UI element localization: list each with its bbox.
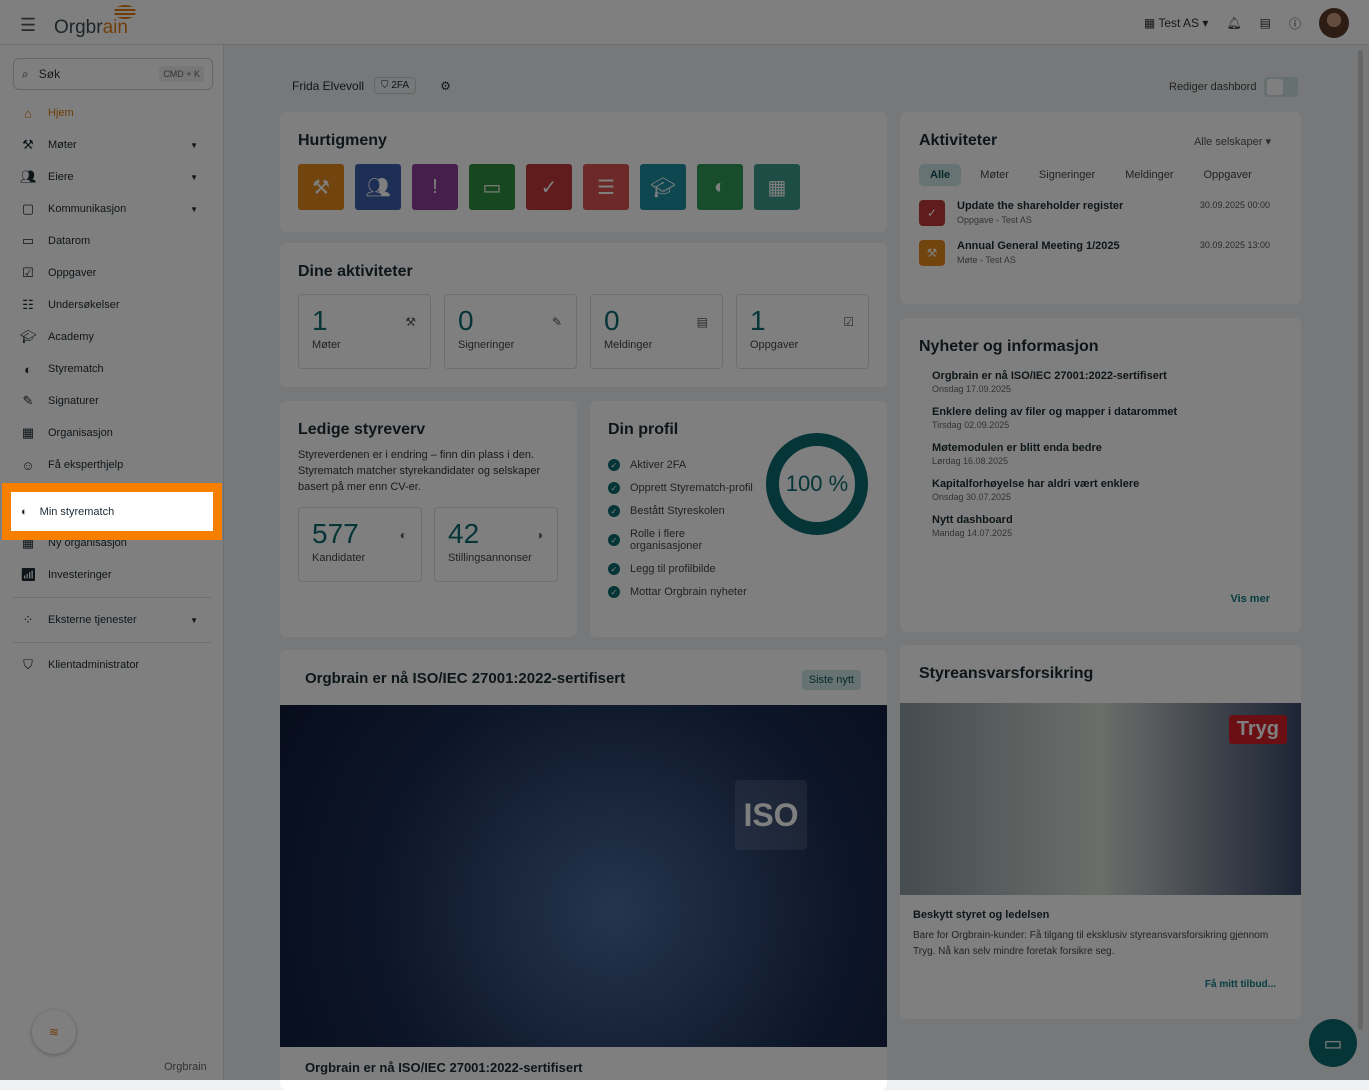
dim-overlay bbox=[0, 0, 1369, 1080]
sidebar-item-min-styrematch-highlighted[interactable]: ◐ Min styrematch bbox=[2, 483, 222, 540]
match-icon: ◐ bbox=[21, 505, 28, 518]
sidebar-item-label: Min styrematch bbox=[39, 505, 115, 518]
